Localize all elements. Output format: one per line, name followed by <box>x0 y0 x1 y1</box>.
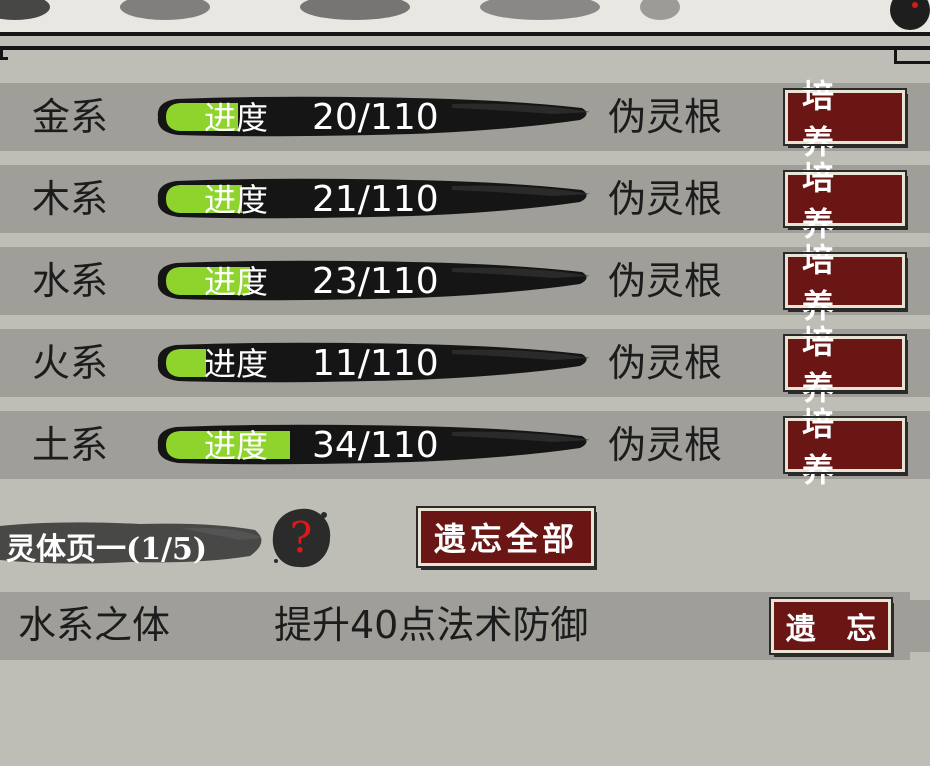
notification-badge-icon[interactable] <box>890 0 930 30</box>
forget-button[interactable]: 遗 忘 <box>769 597 893 655</box>
spirit-body-item: 水系之体 提升40点法术防御 遗 忘 <box>0 592 930 660</box>
progress-label: 进度 <box>204 99 269 137</box>
forget-all-button[interactable]: 遗忘全部 <box>416 506 596 568</box>
cultivate-button[interactable]: 培 养 <box>783 241 907 325</box>
progress-value: 20/110 <box>312 97 439 138</box>
spirit-body-title-banner: 灵体页一(1/5) <box>0 518 270 568</box>
element-row-wood: 木系 进度 21/110 伪灵根 培 养 <box>0 159 930 243</box>
cultivate-button[interactable]: 培 养 <box>783 405 907 489</box>
progress-bar: 进度 20/110 <box>152 90 592 144</box>
progress-value: 21/110 <box>312 179 439 220</box>
panel-frame-top <box>0 46 930 50</box>
cultivate-button[interactable]: 培 养 <box>783 323 907 407</box>
spirit-body-effect: 提升40点法术防御 <box>274 603 589 647</box>
root-grade: 伪灵根 <box>608 423 723 467</box>
root-grade: 伪灵根 <box>608 95 723 139</box>
progress-bar: 进度 21/110 <box>152 172 592 226</box>
root-grade: 伪灵根 <box>608 341 723 385</box>
element-name: 木系 <box>32 177 109 221</box>
element-name: 水系 <box>32 259 109 303</box>
root-grade: 伪灵根 <box>608 177 723 221</box>
element-row-fire: 火系 进度 11/110 伪灵根 培 养 <box>0 323 930 407</box>
progress-label: 进度 <box>204 181 269 219</box>
panel-frame-corner-left <box>0 46 8 60</box>
spirit-body-header: 灵体页一(1/5) ? 遗忘全部 <box>0 500 930 580</box>
element-row-earth: 土系 进度 34/110 伪灵根 培 养 <box>0 405 930 489</box>
help-button[interactable]: ? <box>268 505 334 571</box>
spirit-body-title: 灵体页一(1/5) <box>6 532 208 567</box>
progress-bar: 进度 11/110 <box>152 336 592 390</box>
progress-label: 进度 <box>204 427 269 465</box>
cultivate-button[interactable]: 培 养 <box>783 159 907 243</box>
cultivate-button[interactable]: 培 养 <box>783 77 907 161</box>
progress-value: 11/110 <box>312 343 439 384</box>
progress-value: 23/110 <box>312 261 439 302</box>
element-row-water: 水系 进度 23/110 伪灵根 培 养 <box>0 241 930 325</box>
progress-bar: 进度 34/110 <box>152 418 592 472</box>
progress-label: 进度 <box>204 263 269 301</box>
spirit-body-name: 水系之体 <box>18 603 171 647</box>
progress-label: 进度 <box>204 345 269 383</box>
element-row-metal: 金系 进度 20/110 伪灵根 培 养 <box>0 77 930 161</box>
progress-fill <box>166 349 206 377</box>
element-name: 土系 <box>32 423 109 467</box>
progress-bar: 进度 23/110 <box>152 254 592 308</box>
question-mark-icon: ? <box>289 513 313 562</box>
top-decorative-banner <box>0 0 930 34</box>
panel-frame-corner-right <box>894 46 930 64</box>
divider <box>0 32 930 36</box>
progress-value: 34/110 <box>312 425 439 466</box>
element-name: 火系 <box>32 341 109 385</box>
element-name: 金系 <box>32 95 109 139</box>
root-grade: 伪灵根 <box>608 259 723 303</box>
